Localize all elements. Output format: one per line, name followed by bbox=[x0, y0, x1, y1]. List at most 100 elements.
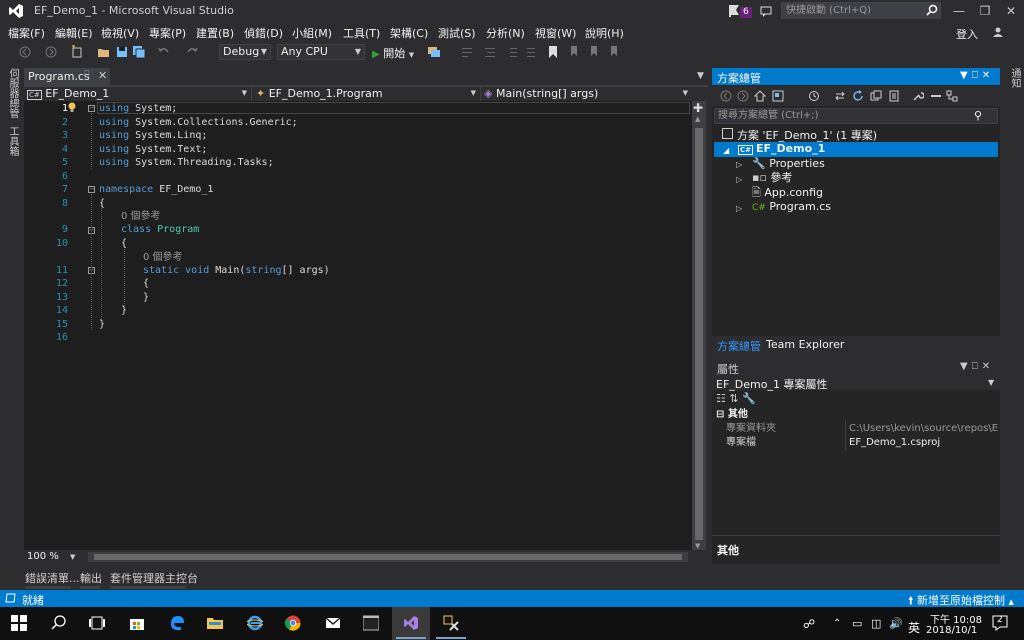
project-nav-select[interactable]: C# EF_Demo_1 ▼ bbox=[27, 87, 249, 101]
clock-time[interactable]: 下午 10:08 bbox=[930, 611, 982, 626]
codelens-references[interactable]: 0 個參考 bbox=[143, 251, 183, 264]
zoom-select[interactable]: 100 % ▼ bbox=[27, 551, 75, 562]
property-value[interactable]: EF_Demo_1.csproj bbox=[849, 436, 940, 449]
menu-test[interactable]: 測試(S) bbox=[438, 25, 476, 41]
tab-package-manager-console[interactable]: 套件管理器主控台 bbox=[110, 570, 198, 586]
minus-icon[interactable] bbox=[930, 90, 942, 102]
pin-icon[interactable]: ⎕ bbox=[972, 70, 982, 81]
taskbar-mail[interactable] bbox=[314, 607, 352, 640]
toolbox-tab[interactable]: 工具箱 bbox=[5, 126, 20, 156]
taskbar-vs-installer[interactable] bbox=[432, 607, 470, 640]
network-icon[interactable]: ◫ bbox=[871, 617, 881, 630]
taskbar-internet-explorer[interactable] bbox=[236, 607, 274, 640]
tree-project-node[interactable]: C# EF_Demo_1 bbox=[738, 142, 825, 156]
volume-icon[interactable]: 🔊 bbox=[889, 617, 903, 630]
search-icon[interactable]: ⚲ bbox=[974, 109, 982, 122]
property-value[interactable]: C:\Users\kevin\source\repos\EF_ bbox=[849, 422, 999, 435]
split-editor-icon[interactable]: ✚ bbox=[693, 102, 703, 114]
notification-badge[interactable]: 6 bbox=[740, 7, 752, 18]
server-explorer-tab[interactable]: 伺服器總管 bbox=[5, 68, 20, 118]
save-icon[interactable] bbox=[115, 45, 129, 59]
expand-triangle-icon[interactable]: ◢ bbox=[723, 146, 729, 155]
clock-date[interactable]: 2018/10/1 bbox=[926, 625, 977, 636]
tree-item-app-config[interactable]: 🗎 App.config bbox=[752, 186, 823, 200]
switch-views-icon[interactable] bbox=[772, 90, 784, 102]
chevron-down-icon[interactable]: ▼ bbox=[988, 378, 994, 387]
maximize-button[interactable]: ❐ bbox=[972, 2, 998, 20]
class-diagram-icon[interactable] bbox=[946, 90, 958, 102]
back-icon[interactable] bbox=[720, 90, 732, 102]
search-icon[interactable] bbox=[926, 4, 938, 16]
undo-icon[interactable] bbox=[157, 45, 171, 59]
collapsed-triangle-icon[interactable]: ▷ bbox=[736, 175, 742, 184]
tab-error-list[interactable]: 錯誤清單... bbox=[25, 570, 80, 586]
home-icon[interactable] bbox=[754, 90, 766, 102]
collapse-toggle[interactable]: − bbox=[88, 105, 95, 112]
quick-launch-input[interactable]: 快捷啟動 (Ctrl+Q) bbox=[781, 2, 941, 19]
minimize-button[interactable]: — bbox=[946, 2, 972, 20]
forward-icon[interactable] bbox=[44, 45, 58, 59]
indent-icon[interactable] bbox=[505, 45, 519, 59]
member-nav-select[interactable]: ◈ Main(string[] args) ▼ bbox=[484, 87, 690, 101]
taskbar-store[interactable] bbox=[118, 607, 156, 640]
pin-icon[interactable]: ⎕ bbox=[84, 70, 89, 80]
tree-solution-node[interactable]: 方案 'EF_Demo_1' (1 專案) bbox=[722, 128, 877, 143]
chevron-down-icon[interactable]: ▼ bbox=[697, 71, 704, 81]
start-button[interactable] bbox=[0, 607, 38, 640]
panel-controls[interactable]: ▼⎕✕ bbox=[960, 361, 994, 372]
menu-file[interactable]: 檔案(F) bbox=[8, 25, 45, 41]
menu-help[interactable]: 說明(H) bbox=[585, 25, 624, 41]
collapsed-triangle-icon[interactable]: ▷ bbox=[736, 204, 742, 213]
sync-icon[interactable] bbox=[834, 90, 846, 102]
taskbar-search-button[interactable] bbox=[40, 607, 78, 640]
solution-platform-select[interactable]: Any CPU ▼ bbox=[277, 44, 365, 60]
taskbar-terminal[interactable] bbox=[352, 607, 390, 640]
scroll-up-icon[interactable]: ▲ bbox=[695, 115, 700, 123]
scrollbar-thumb[interactable] bbox=[695, 128, 703, 540]
collapsed-triangle-icon[interactable]: ▷ bbox=[736, 160, 742, 169]
codelens-references[interactable]: 0 個參考 bbox=[121, 210, 161, 223]
browser-link-icon[interactable] bbox=[427, 45, 441, 59]
lightbulb-icon[interactable] bbox=[67, 102, 77, 113]
outdent-icon[interactable] bbox=[525, 45, 539, 59]
menu-team[interactable]: 小組(M) bbox=[292, 25, 332, 41]
solution-config-select[interactable]: Debug ▼ bbox=[219, 44, 271, 60]
taskbar-file-explorer[interactable] bbox=[196, 607, 234, 640]
bookmark-next-icon[interactable] bbox=[586, 45, 600, 59]
tree-item-properties[interactable]: 🔧 Properties bbox=[752, 157, 825, 171]
menu-build[interactable]: 建置(B) bbox=[196, 25, 234, 41]
taskbar-chrome[interactable] bbox=[274, 607, 312, 640]
notification-flag-icon[interactable] bbox=[728, 4, 740, 18]
close-button[interactable]: ✕ bbox=[998, 2, 1024, 20]
clear-bookmarks-icon[interactable] bbox=[606, 45, 620, 59]
properties-wrench-icon[interactable] bbox=[912, 90, 924, 102]
menu-tools[interactable]: 工具(T) bbox=[343, 25, 380, 41]
save-all-icon[interactable] bbox=[132, 45, 146, 59]
feedback-icon[interactable] bbox=[760, 5, 772, 17]
close-icon[interactable]: ✕ bbox=[982, 361, 994, 372]
tab-output[interactable]: 輸出 bbox=[80, 570, 102, 586]
menu-project[interactable]: 專案(P) bbox=[149, 25, 186, 41]
comment-out-icon[interactable] bbox=[483, 45, 497, 59]
tree-item-references[interactable]: ▪▫ 參考 bbox=[752, 171, 792, 185]
tab-solution-explorer[interactable]: 方案總管 bbox=[717, 338, 761, 354]
property-category[interactable]: ⊟ 其他 bbox=[716, 408, 748, 421]
menu-analyze[interactable]: 分析(N) bbox=[486, 25, 525, 41]
categorized-icon[interactable]: ☷ bbox=[716, 392, 726, 405]
collapse-all-icon[interactable] bbox=[870, 90, 882, 102]
pin-icon[interactable]: ⎕ bbox=[972, 361, 982, 372]
menu-view[interactable]: 檢視(V) bbox=[101, 25, 139, 41]
notifications-tab[interactable]: 通知 bbox=[1007, 68, 1022, 88]
forward-icon[interactable] bbox=[737, 90, 749, 102]
chevron-down-icon[interactable]: ▼ bbox=[960, 361, 972, 372]
menu-edit[interactable]: 編輯(E) bbox=[55, 25, 93, 41]
battery-icon[interactable]: ▭ bbox=[852, 617, 862, 630]
taskbar-visual-studio[interactable] bbox=[392, 607, 430, 640]
start-debugging-button[interactable]: ▶ 開始 ▼ bbox=[372, 45, 414, 61]
menu-debug[interactable]: 偵錯(D) bbox=[244, 25, 283, 41]
collapse-toggle[interactable]: − bbox=[88, 186, 95, 193]
back-icon[interactable] bbox=[18, 45, 32, 59]
menu-window[interactable]: 視窗(W) bbox=[535, 25, 576, 41]
account-icon[interactable] bbox=[992, 26, 1004, 38]
bookmark-prev-icon[interactable] bbox=[566, 45, 580, 59]
